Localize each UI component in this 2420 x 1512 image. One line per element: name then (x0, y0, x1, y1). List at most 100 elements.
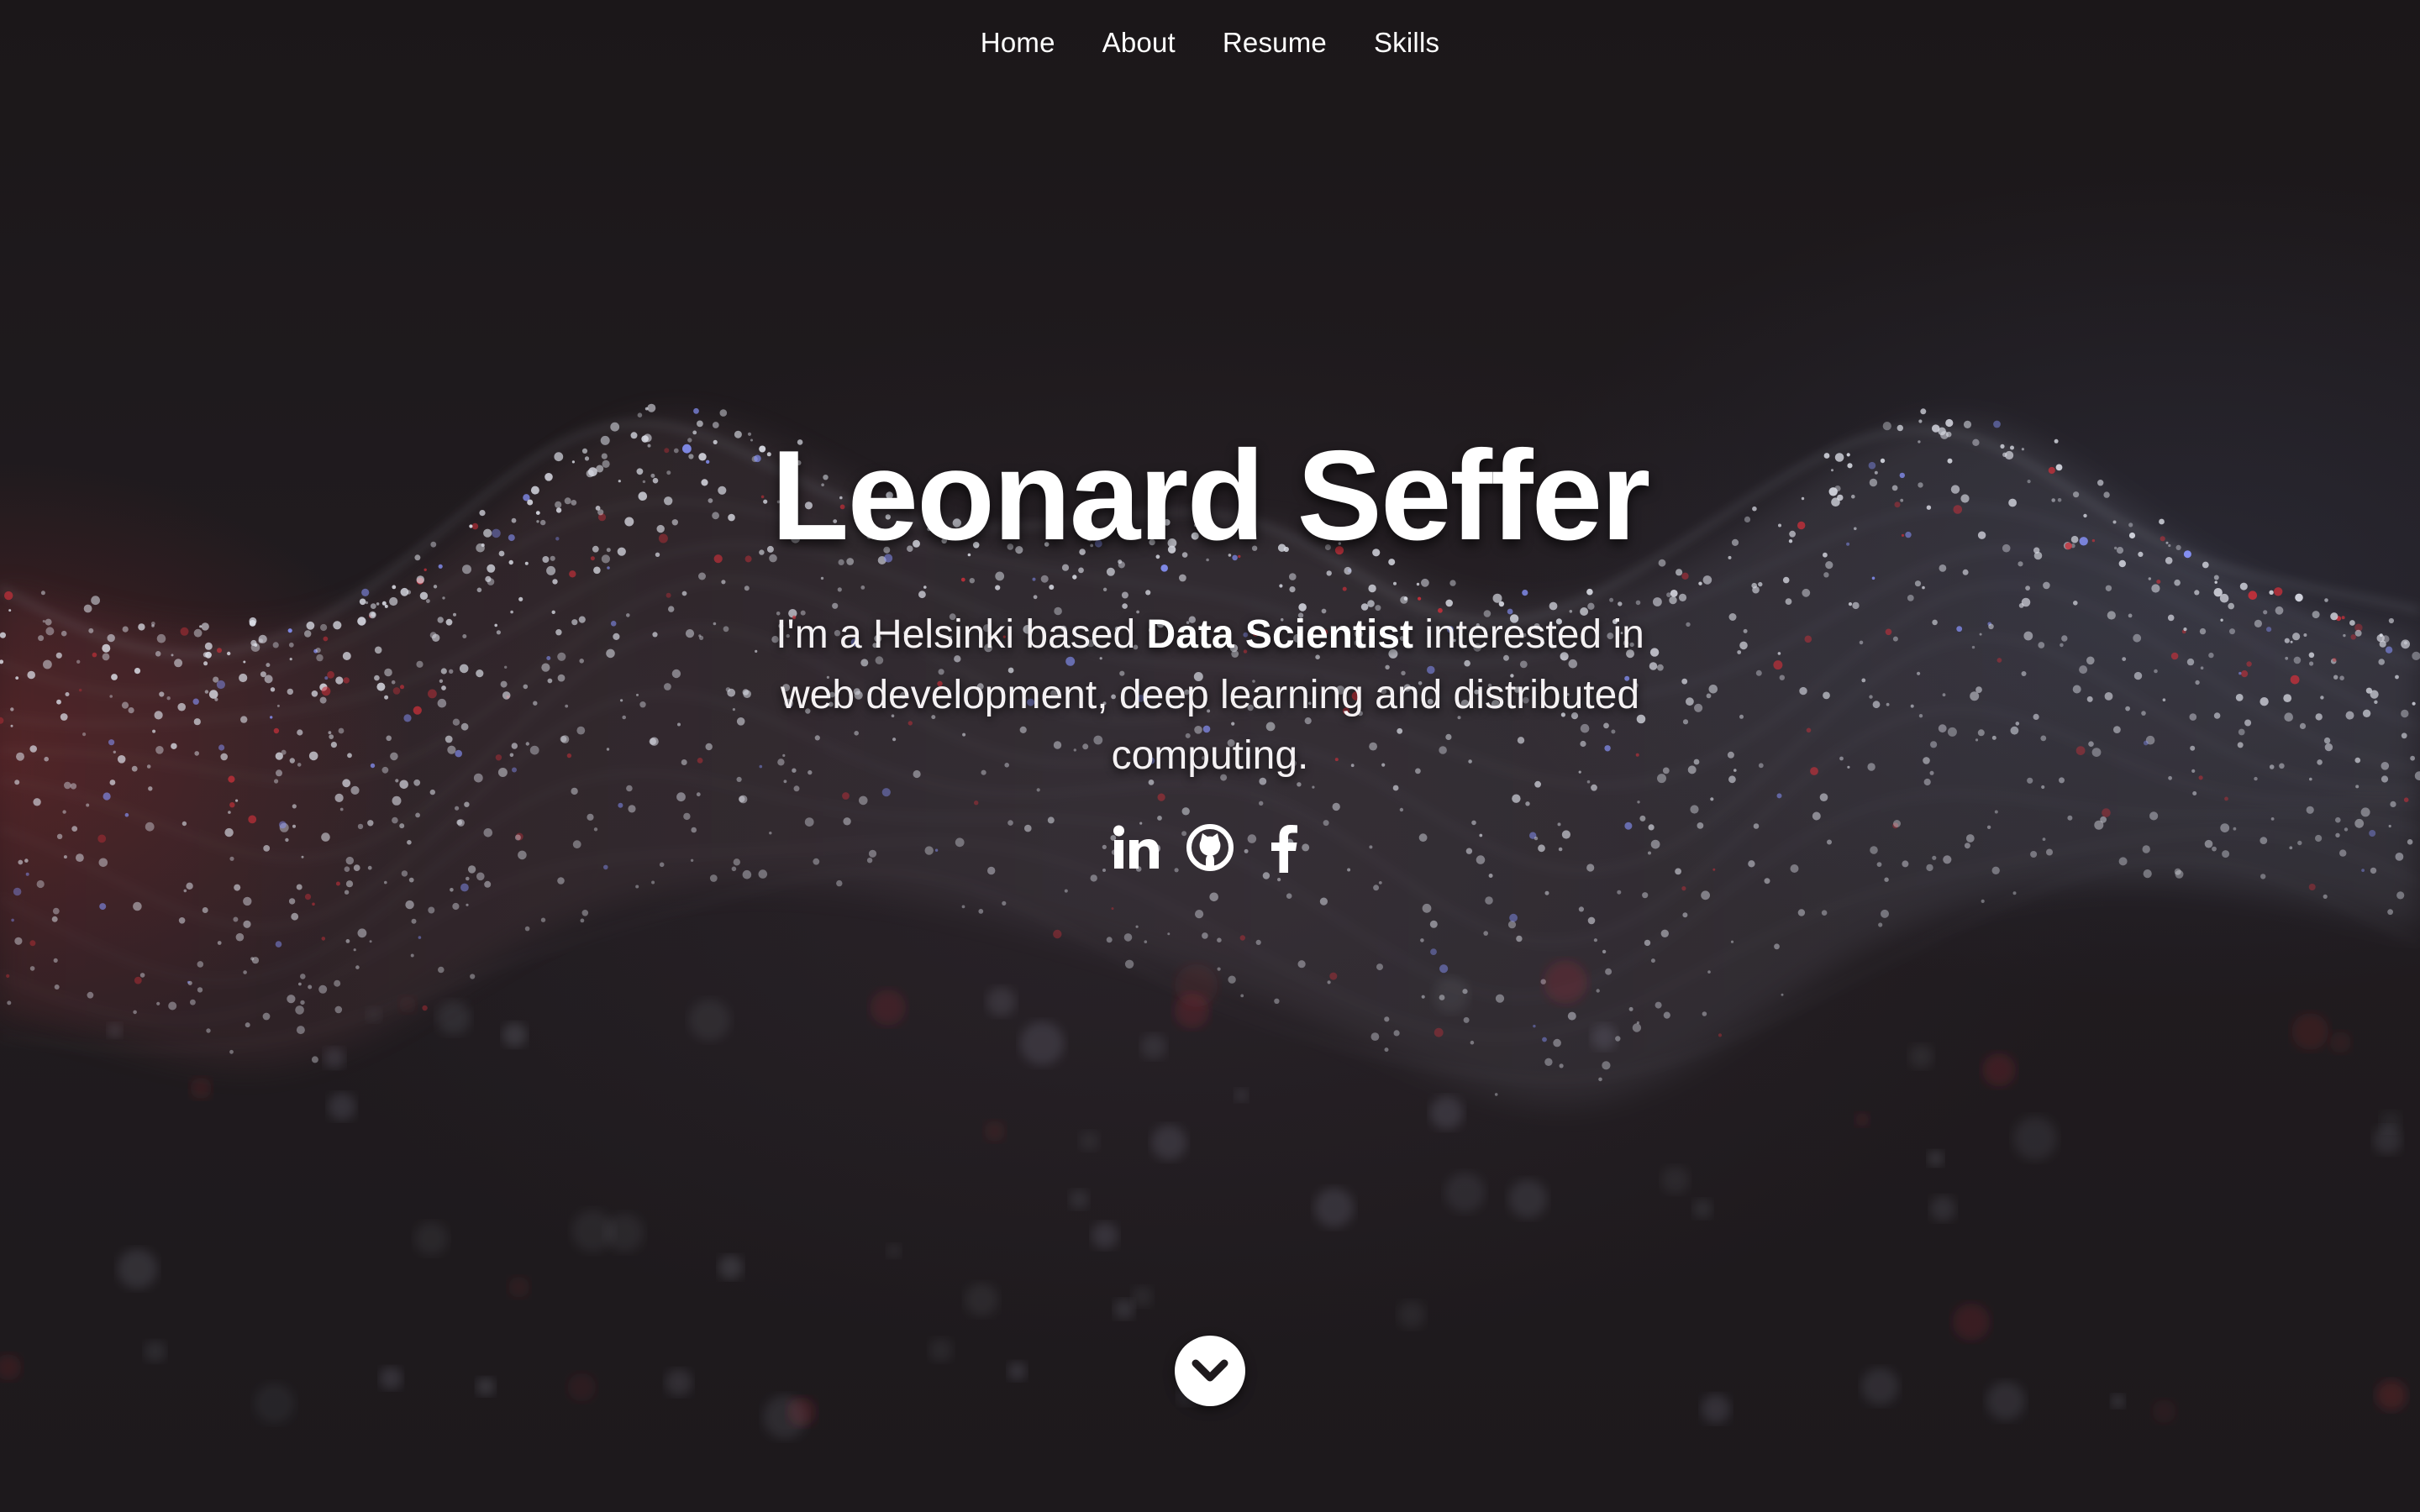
particle-dot (2012, 891, 2017, 895)
particle-dot (524, 926, 530, 932)
particle-dot (1329, 972, 1338, 980)
bokeh-dot (399, 995, 417, 1014)
particle-dot (428, 906, 435, 914)
github-icon[interactable] (1184, 822, 1236, 874)
particle-dot (1655, 1001, 1662, 1009)
bokeh-dot (508, 1276, 530, 1298)
bokeh-dot (886, 1243, 902, 1258)
particle-dot (52, 907, 60, 915)
bokeh-dot (1020, 1021, 1064, 1065)
particle-dot (202, 907, 208, 913)
particle-dot (275, 941, 282, 948)
linkedin-icon[interactable] (1110, 822, 1162, 874)
bokeh-dot (1007, 1362, 1027, 1381)
particle-dot (1064, 889, 1068, 893)
bokeh-dot (1591, 1024, 1618, 1050)
bokeh-dot (379, 1367, 402, 1390)
particle-dot (1605, 968, 1612, 975)
particle-dot (234, 884, 241, 891)
particle-dot (334, 979, 341, 987)
particle-dot (1195, 910, 1204, 919)
nav-item-skills[interactable]: Skills (1374, 24, 1439, 62)
particle-dot (1598, 1077, 1602, 1082)
particle-dot (1797, 909, 1806, 916)
particle-dot (288, 898, 296, 905)
particle-dot (1881, 909, 1889, 918)
particle-dot (1507, 921, 1517, 929)
bokeh-dot (1928, 1150, 1944, 1167)
particle-dot (719, 409, 728, 417)
particle-dot (304, 894, 312, 900)
particle-dot (1567, 1011, 1576, 1021)
particle-dot (1596, 989, 1600, 993)
particle-dot (450, 888, 454, 892)
bokeh-dot (1661, 1166, 1690, 1194)
particle-dot (2323, 894, 2328, 899)
banner: Leonard Seffer I'm a Helsinki based Data… (0, 420, 2420, 877)
particle-dot (1542, 1037, 1547, 1042)
bokeh-dot (986, 987, 1016, 1016)
bokeh-dot (1092, 1222, 1118, 1249)
nav-item-about[interactable]: About (1102, 24, 1176, 62)
particle-dot (262, 1012, 271, 1021)
particle-dot (1602, 949, 1607, 954)
particle-dot (87, 991, 94, 999)
particle-dot (1642, 892, 1649, 899)
bokeh-dot (1445, 1173, 1485, 1212)
particle-dot (133, 901, 142, 911)
particle-dot (7, 1000, 12, 1005)
particle-dot (1617, 890, 1622, 895)
particle-dot (1422, 903, 1432, 913)
particle-dot (1587, 916, 1596, 925)
particle-dot (1650, 958, 1655, 963)
facebook-icon[interactable] (1258, 822, 1310, 874)
particle-dot (1701, 890, 1710, 900)
particle-dot (1544, 890, 1549, 895)
bokeh-dot (1692, 1199, 1712, 1219)
particle-dot (651, 880, 655, 885)
bokeh-dot (107, 1023, 123, 1038)
particle-dot (13, 887, 22, 896)
particle-dot (1483, 931, 1488, 936)
particle-dot (300, 1000, 305, 1005)
particle-dot (1628, 1006, 1634, 1011)
particle-dot (345, 939, 350, 943)
particle-dot (1370, 1032, 1380, 1041)
particle-dot (1255, 939, 1261, 945)
particle-dot (1124, 959, 1134, 969)
bokeh-dot (1861, 1368, 1899, 1405)
particle-dot (1682, 912, 1688, 918)
bokeh-dot (1855, 1112, 1870, 1127)
particle-dot (1470, 1040, 1475, 1045)
particle-dot (1463, 1016, 1470, 1023)
particle-dot (243, 920, 251, 928)
particle-dot (312, 902, 315, 906)
particle-dot (1111, 907, 1114, 911)
particle-dot (1202, 932, 1208, 939)
bokeh-dot (0, 1354, 22, 1381)
particle-dot (54, 984, 60, 990)
chevron-down-icon (1192, 1359, 1228, 1382)
particle-dot (197, 961, 204, 968)
bokeh-dot (870, 990, 907, 1026)
bokeh-dot (145, 1341, 166, 1362)
particle-dot (311, 1056, 318, 1063)
bokeh-dot (1544, 960, 1587, 1005)
particle-dot (1553, 1038, 1561, 1047)
nav-item-home[interactable]: Home (981, 24, 1055, 62)
scroll-down-button[interactable] (1175, 1336, 1245, 1406)
particle-dot (581, 910, 589, 916)
particle-dot (1106, 937, 1113, 943)
bokeh-dot (255, 1383, 295, 1424)
particle-dot (1602, 1061, 1611, 1070)
particle-dot (197, 987, 203, 993)
bokeh-dot (1930, 1195, 1956, 1221)
particle-dot (1509, 913, 1518, 922)
nav-item-resume[interactable]: Resume (1223, 24, 1327, 62)
bokeh-dot (984, 1121, 1006, 1142)
particle-dot (14, 937, 23, 945)
particle-dot (466, 903, 469, 906)
particle-dot (1644, 939, 1651, 947)
particle-dot (1228, 975, 1236, 984)
bokeh-dot (1952, 1303, 1991, 1341)
